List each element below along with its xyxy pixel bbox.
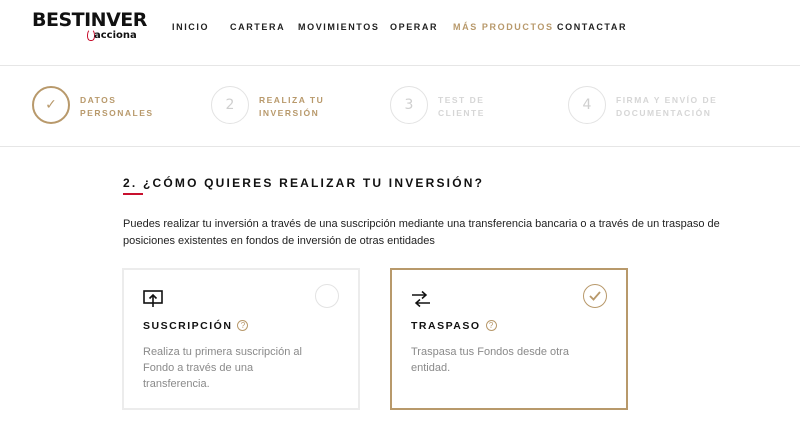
step-label-line2: INVERSIÓN [259,108,320,118]
bestinver-logo[interactable]: BESTINVER acciona [32,9,147,46]
step-label-line1: REALIZA TU [259,95,325,105]
help-icon[interactable]: ? [237,320,249,331]
step-label: FIRMA Y ENVÍO DE DOCUMENTACIÓN [616,94,726,120]
nav-item-cartera[interactable]: CARTERA [230,22,285,32]
option-description: Traspasa tus Fondos desde otra entidad. [411,346,569,374]
nav-item-operar[interactable]: OPERAR [390,22,438,32]
help-icon[interactable]: ? [485,320,497,331]
intro-text: Puedes realizar tu inversión a través de… [123,218,720,247]
logo-wordmark: BESTINVER [32,9,147,31]
nav-item-mas-productos[interactable]: MÁS PRODUCTOS [453,22,554,32]
step-label: REALIZA TU INVERSIÓN [259,94,369,120]
option-title: TRASPASO? [411,320,497,332]
logo-subbrand: acciona [94,30,137,41]
option-card-traspaso[interactable]: TRASPASO? Traspasa tus Fondos desde otra… [390,268,628,410]
step-label-line2: DOCUMENTACIÓN [616,108,712,118]
step-label-line2: CLIENTE [438,108,485,118]
nav-item-contactar[interactable]: CONTACTAR [557,22,627,32]
option-description: Realiza tu primera suscripción al Fondo … [143,346,302,390]
option-title-text: TRASPASO [411,320,481,332]
option-card-suscripcion[interactable]: SUSCRIPCIÓN? Realiza tu primera suscripc… [122,268,360,410]
transfer-arrows-icon [411,290,431,308]
option-title: SUSCRIPCIÓN? [143,320,249,332]
step-done-check-icon: ✓ [32,86,70,124]
step-number: 2 [211,86,249,124]
step-label: DATOS PERSONALES [80,94,190,120]
step-number: 3 [390,86,428,124]
progress-stepper: ✓ DATOS PERSONALES 2 REALIZA TU INVERSIÓ… [0,67,800,147]
step-label: TEST DE CLIENTE [438,94,548,120]
option-title-text: SUSCRIPCIÓN [143,320,233,332]
step-number: 4 [568,86,606,124]
option-radio[interactable] [315,284,339,308]
nav-item-movimientos[interactable]: MOVIMIENTOS [298,22,379,32]
step-label-line1: FIRMA Y ENVÍO DE [616,95,718,105]
title-underline-divider [123,193,143,195]
upload-screen-icon [143,290,163,308]
step-label-line1: DATOS [80,95,117,105]
step-label-line2: PERSONALES [80,108,154,118]
check-icon [589,291,601,301]
nav-item-inicio[interactable]: INICIO [172,22,209,32]
option-radio-checked[interactable] [583,284,607,308]
step-label-line1: TEST DE [438,95,485,105]
top-header: BESTINVER acciona INICIO CARTERA MOVIMIE… [0,0,800,66]
page-title: 2. ¿CÓMO QUIERES REALIZAR TU INVERSIÓN? [123,176,485,190]
